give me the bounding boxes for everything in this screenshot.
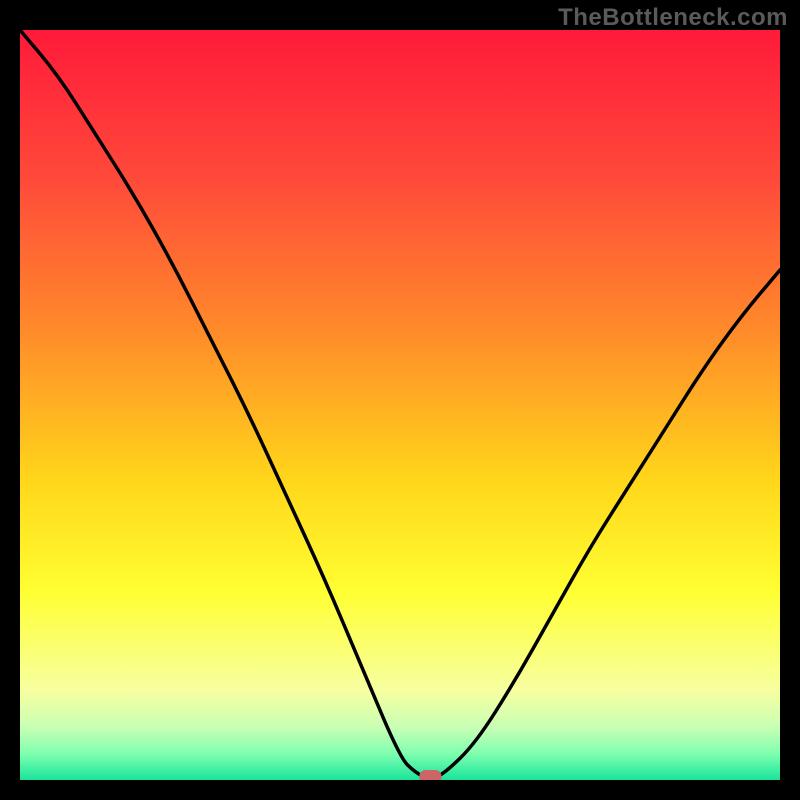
- attribution-text: TheBottleneck.com: [558, 4, 788, 32]
- chart-frame: TheBottleneck.com: [0, 0, 800, 800]
- gradient-rect: [20, 30, 780, 780]
- marker-icon: [419, 770, 441, 780]
- bottleneck-chart: [20, 30, 780, 780]
